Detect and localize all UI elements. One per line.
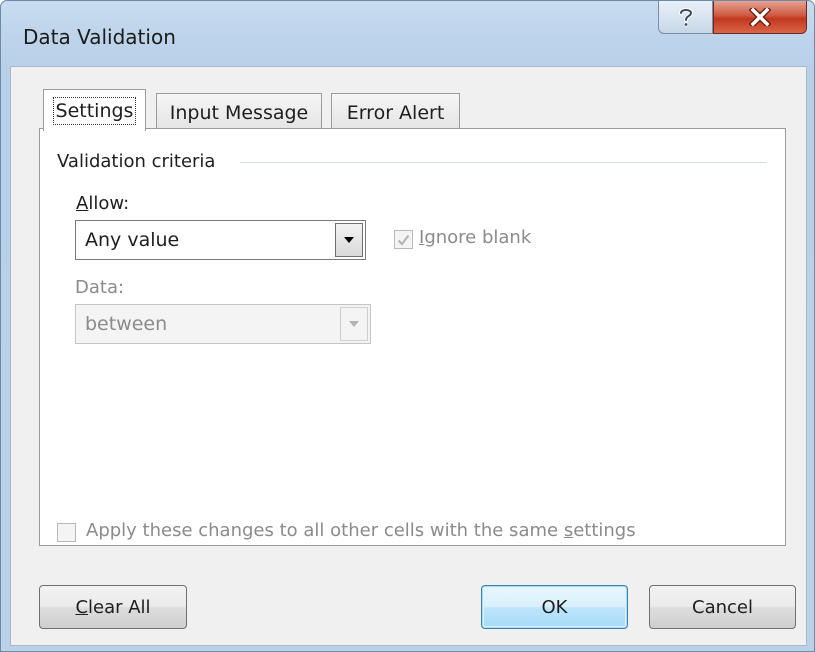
- ignore-blank-checkbox[interactable]: [394, 230, 413, 249]
- clear-all-button[interactable]: Clear All: [39, 585, 187, 629]
- tab-error-alert-label: Error Alert: [346, 101, 445, 124]
- clear-all-label: Clear All: [75, 596, 151, 618]
- data-label: Data:: [75, 277, 125, 298]
- ok-button[interactable]: OK: [481, 585, 628, 629]
- data-dropdown-value: between: [85, 313, 168, 335]
- ok-label: OK: [541, 596, 568, 618]
- group-divider: [240, 162, 767, 163]
- allow-dropdown[interactable]: Any value: [75, 220, 366, 260]
- data-validation-dialog: Data Validation Settings Input Message E…: [0, 0, 815, 652]
- help-button[interactable]: [658, 1, 713, 34]
- chevron-down-icon: [344, 237, 354, 243]
- data-dropdown-button[interactable]: [340, 307, 368, 341]
- dialog-title: Data Validation: [23, 25, 176, 49]
- tab-input-message-label: Input Message: [169, 101, 309, 124]
- help-icon: [678, 8, 693, 27]
- settings-tab-panel: Validation criteria Allow: Any value Ign…: [39, 128, 786, 546]
- dialog-client-area: Settings Input Message Error Alert Valid…: [10, 66, 807, 646]
- tab-input-message[interactable]: Input Message: [156, 93, 322, 131]
- data-dropdown[interactable]: between: [75, 304, 371, 344]
- close-button[interactable]: [713, 1, 807, 34]
- tab-error-alert[interactable]: Error Alert: [331, 93, 460, 131]
- cancel-label: Cancel: [692, 596, 753, 618]
- apply-all-checkbox[interactable]: [57, 523, 76, 542]
- allow-dropdown-value: Any value: [85, 229, 180, 251]
- allow-dropdown-button[interactable]: [335, 223, 363, 257]
- close-icon: [749, 8, 771, 26]
- checkmark-icon: [397, 234, 410, 246]
- allow-label: Allow:: [76, 193, 130, 214]
- validation-criteria-label: Validation criteria: [57, 151, 224, 172]
- apply-all-label: Apply these changes to all other cells w…: [86, 520, 636, 541]
- chevron-down-icon: [349, 321, 359, 327]
- tab-settings[interactable]: Settings: [43, 89, 146, 131]
- ignore-blank-label: Ignore blank: [419, 227, 532, 248]
- cancel-button[interactable]: Cancel: [649, 585, 796, 629]
- tab-settings-label: Settings: [52, 96, 137, 125]
